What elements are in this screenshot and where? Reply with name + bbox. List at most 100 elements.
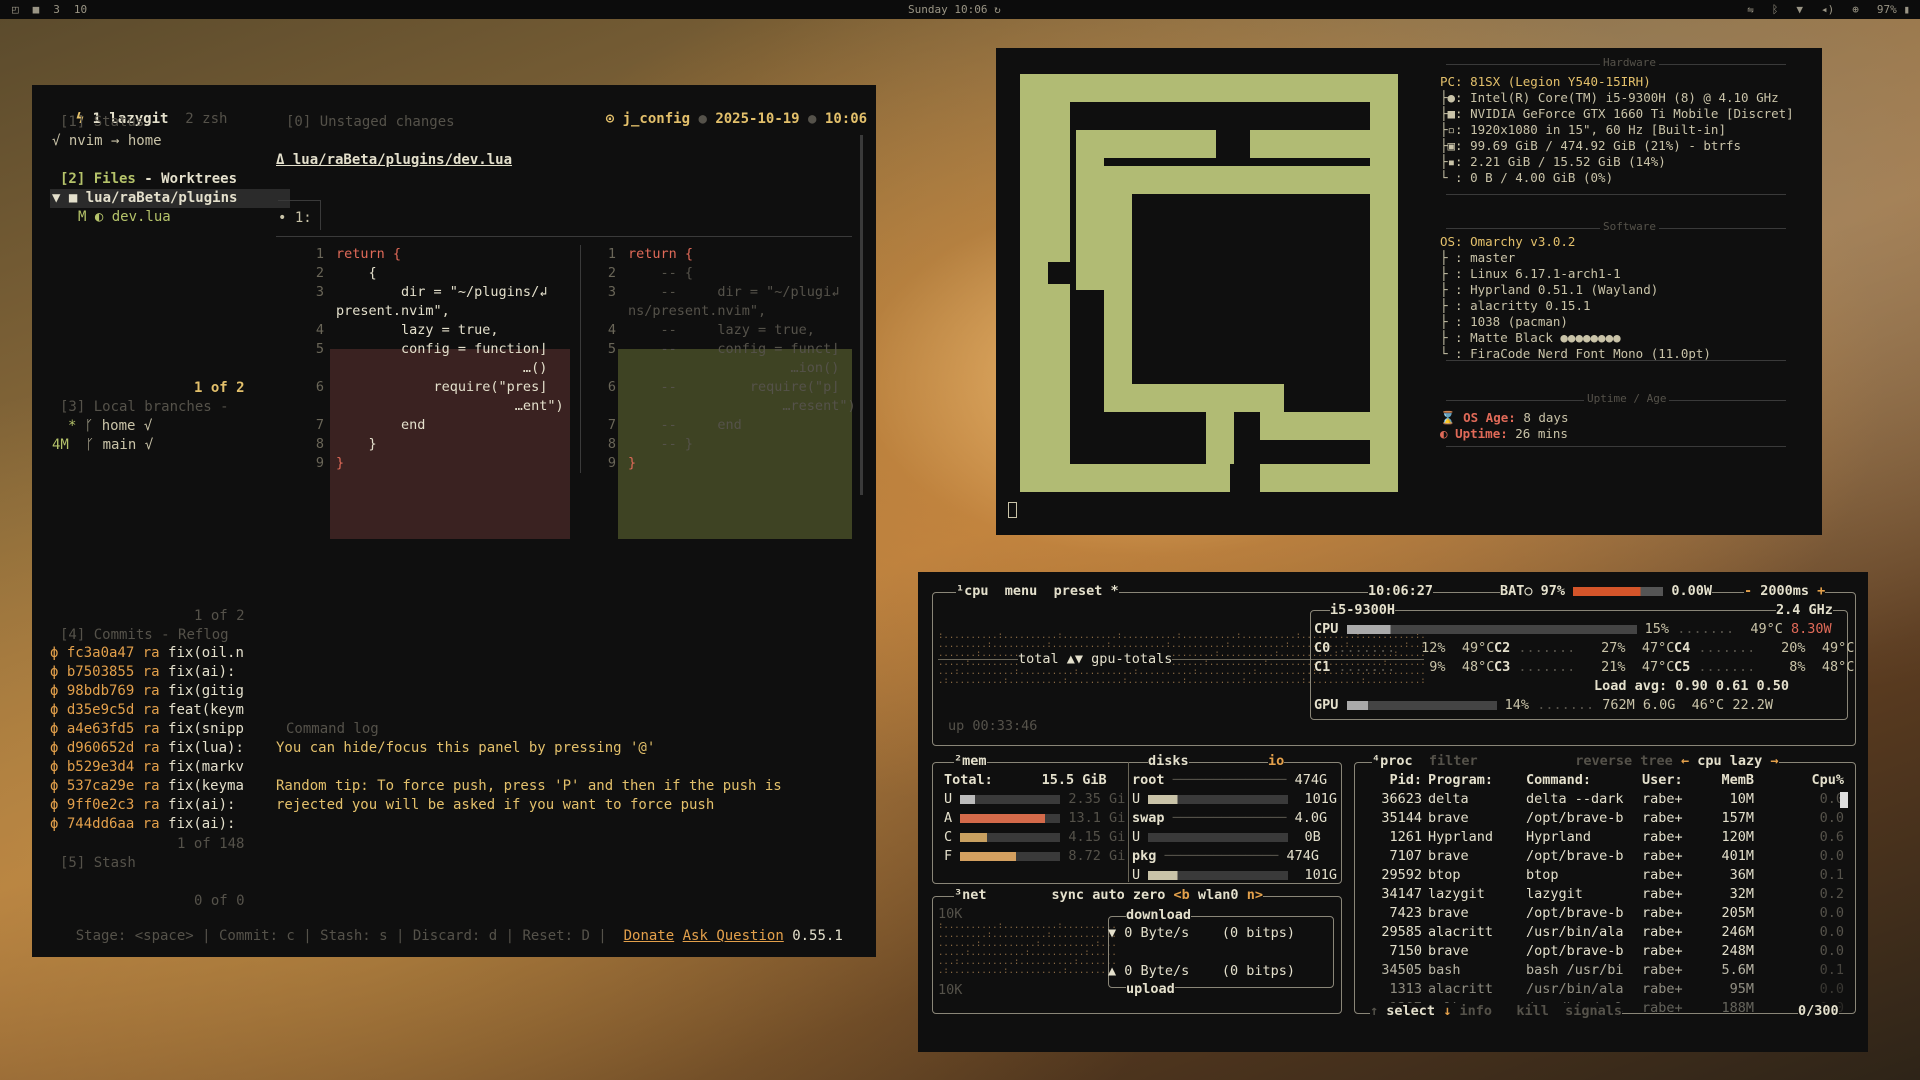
proc-column-header[interactable]: Program: (1428, 772, 1526, 788)
commit-icon: ϕ (50, 816, 67, 832)
commit-message: fix(ai): (168, 664, 236, 680)
files-dir-row[interactable]: ▼ ■ lua/raBeta/plugins (52, 190, 237, 206)
wifi-icon[interactable]: ▼ (1796, 3, 1803, 16)
tab-zsh[interactable]: 2 zsh (185, 111, 227, 127)
net-zero[interactable]: zero (1133, 887, 1166, 903)
commit-row[interactable]: ϕ d960652d ra fix(lua): (50, 740, 244, 759)
commit-row[interactable]: ϕ b529e3d4 ra fix(markv (50, 759, 244, 778)
net-sync[interactable]: sync (1052, 887, 1085, 903)
line-number: 4 (607, 322, 616, 338)
status-panel-title[interactable]: [1] Status (60, 114, 144, 130)
commit-row[interactable]: ϕ a4e63fd5 ra fix(snipp (50, 721, 244, 740)
commit-author: ra (142, 778, 160, 794)
diff-hunk-label[interactable]: • 1: (278, 210, 312, 226)
proc-pid: 29592 (1381, 867, 1422, 883)
launcher-icon[interactable]: ◰ (12, 3, 19, 16)
proc-row[interactable]: 7107 brave/opt/brave-b rabe+ 401M 0.0 (1360, 848, 1850, 867)
proc-mem: 10M (1729, 791, 1754, 807)
proc-row[interactable]: 1313 alacritt/usr/bin/ala rabe+ 95M 0.0 (1360, 981, 1850, 1000)
diff-line: 1 return { (286, 246, 564, 265)
commits-panel-title[interactable]: [4] Commits - Reflog (60, 627, 229, 643)
proc-signals[interactable]: signals (1565, 1003, 1622, 1019)
status-line[interactable]: √ nvim → home (52, 133, 162, 149)
commit-row[interactable]: ϕ 98bdb769 ra fix(gitig (50, 683, 244, 702)
branch-row[interactable]: * ᚴ home √ (68, 418, 152, 434)
unstaged-panel-title[interactable]: [0] Unstaged changes (286, 114, 455, 130)
proc-reverse[interactable]: reverse (1575, 753, 1632, 769)
donate-link[interactable]: Donate (624, 928, 675, 944)
bluetooth-icon[interactable]: ᛒ (1772, 3, 1779, 16)
commit-row[interactable]: ϕ b7503855 ra fix(ai): (50, 664, 244, 683)
branches-panel-title[interactable]: [3] Local branches - (60, 399, 229, 415)
workspace-3[interactable]: 3 (53, 3, 60, 16)
battery-status[interactable]: 97% ▮ (1877, 3, 1910, 16)
proc-column-header[interactable]: MemB (1704, 772, 1760, 788)
proc-scrollbar-thumb[interactable] (1840, 792, 1848, 808)
proc-row[interactable]: 34147 lazygit lazygit rabe+ 32M 0.2 (1360, 886, 1850, 905)
proc-cpu: 0.0 (1819, 905, 1844, 921)
proc-info[interactable]: info (1459, 1003, 1492, 1019)
menu-button[interactable]: menu (1005, 583, 1038, 599)
diff-line: …() (286, 360, 564, 379)
net-prev[interactable]: <b (1174, 887, 1190, 903)
workspace-indicator-active[interactable]: ■ (33, 3, 40, 16)
proc-select[interactable]: select (1386, 1003, 1435, 1019)
files-panel-title[interactable]: [2] Files - Worktrees (60, 171, 237, 187)
net-tab[interactable]: ³net (954, 887, 987, 903)
proc-filter[interactable]: filter (1429, 753, 1478, 769)
commit-row[interactable]: ϕ d35e9c5d ra feat(keym (50, 702, 244, 721)
diff-scrollbar[interactable] (860, 135, 863, 495)
ask-question-link[interactable]: Ask Question (683, 928, 784, 944)
proc-row[interactable]: 34505 bash bash /usr/bi rabe+ 5.6M 0.1 (1360, 962, 1850, 981)
mem-tab[interactable]: ²mem (954, 753, 987, 769)
diff-right-pane[interactable]: 1 return {2 -- {3 -- dir = "~/plugi↲ ns/pr… (578, 246, 856, 474)
volume-icon[interactable]: ◂) (1821, 3, 1834, 16)
io-toggle[interactable]: io (1268, 753, 1285, 769)
proc-column-header[interactable]: Command: (1526, 772, 1642, 788)
fastfetch-window[interactable]: Hardware PC: 81SX (Legion Y540-15IRH) ├●:… (996, 48, 1822, 535)
workspace-10[interactable]: 10 (74, 3, 87, 16)
commit-row[interactable]: ϕ fc3a0a47 ra fix(oil.n (50, 645, 244, 664)
commit-row[interactable]: ϕ 537ca29e ra fix(keyma (50, 778, 244, 797)
lazygit-window[interactable]: ϟ 1 lazygit 2 zsh ⊙ j_config ● 2025-10-1… (32, 85, 876, 957)
proc-tab[interactable]: ⁴proc (1372, 753, 1413, 769)
net-auto[interactable]: auto (1092, 887, 1125, 903)
diff-line: 1 return { (578, 246, 856, 265)
cpu-core-row: C5 ....... 8% 48°C (1674, 659, 1855, 675)
commits-list[interactable]: ϕ fc3a0a47 ra fix(oil.n ϕ b7503855 ra fix… (50, 645, 244, 835)
hardware-section-title: Hardware (1600, 56, 1659, 69)
commit-row[interactable]: ϕ 744dd6aa ra fix(ai): (50, 816, 244, 835)
cpu-tab[interactable]: ¹cpu (956, 583, 989, 599)
proc-cmd: /opt/brave-b (1526, 848, 1624, 864)
branch-row[interactable]: 4M ᚴ main √ (52, 437, 153, 453)
commit-row[interactable]: ϕ 9ff0e2c3 ra fix(ai): (50, 797, 244, 816)
proc-column-header[interactable]: Cpu% (1760, 772, 1850, 788)
proc-table[interactable]: 36623 delta delta --dark rabe+ 10M 0.0 35144 br… (1360, 791, 1850, 1019)
btop-window[interactable]: ¹cpu menu preset * 10:06:27 BAT○ 97% 0.0… (918, 572, 1868, 1052)
os-age-row: ⌛ OS Age: 8 days (1440, 410, 1569, 425)
clock[interactable]: Sunday 10:06 (908, 3, 987, 16)
files-file-row[interactable]: M ◐ dev.lua (78, 209, 171, 225)
net-next[interactable]: n> (1247, 887, 1263, 903)
preset-button[interactable]: preset * (1054, 583, 1119, 599)
interval-control[interactable]: - 2000ms + (1744, 583, 1826, 599)
proc-row[interactable]: 36623 delta delta --dark rabe+ 10M 0.0 (1360, 791, 1850, 810)
proc-sort[interactable]: cpu lazy (1697, 753, 1762, 769)
diff-code: { (336, 265, 377, 281)
proc-column-header[interactable]: Pid: (1360, 772, 1428, 788)
proc-row[interactable]: 1261 Hyprland Hyprland rabe+ 120M 0.6 (1360, 829, 1850, 848)
command-log-title[interactable]: Command log (286, 721, 379, 737)
proc-row[interactable]: 7150 brave/opt/brave-b rabe+ 248M 0.0 (1360, 943, 1850, 962)
proc-row[interactable]: 29585 alacritt/usr/bin/ala rabe+ 246M 0.0 (1360, 924, 1850, 943)
diff-left-pane[interactable]: 1 return {2 {3 dir = "~/plugins/↲ present.… (286, 246, 564, 474)
cpu-icon[interactable]: ⊕ (1852, 3, 1859, 16)
proc-row[interactable]: 35144 brave/opt/brave-b rabe+ 157M 0.0 (1360, 810, 1850, 829)
stash-panel-title[interactable]: [5] Stash (60, 855, 136, 871)
network-icon[interactable]: ⇋ (1747, 3, 1754, 16)
sw-row: ├ : alacritty 0.15.1 (1440, 298, 1591, 313)
proc-tree[interactable]: tree (1640, 753, 1673, 769)
proc-row[interactable]: 7423 brave/opt/brave-b rabe+ 205M 0.0 (1360, 905, 1850, 924)
proc-column-header[interactable]: User: (1642, 772, 1704, 788)
proc-row[interactable]: 29592 btop btop rabe+ 36M 0.1 (1360, 867, 1850, 886)
proc-kill[interactable]: kill (1516, 1003, 1549, 1019)
